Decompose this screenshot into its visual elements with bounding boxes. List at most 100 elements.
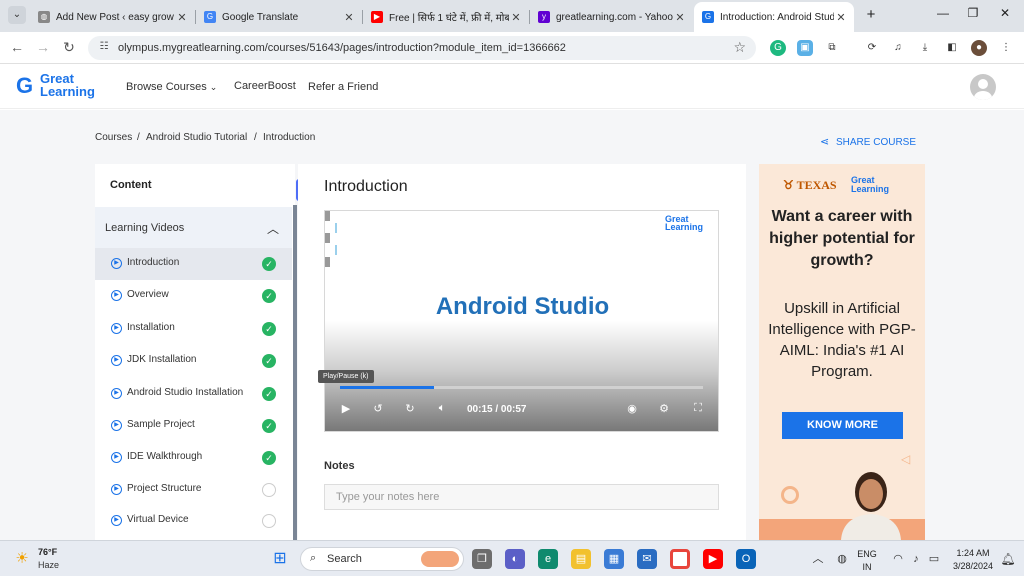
site-logo[interactable]: Great Learning [40,72,95,98]
close-icon[interactable]: ✕ [342,11,356,24]
breadcrumb-courses[interactable]: Courses [95,132,132,143]
site-info-icon[interactable]: ☷ [97,41,111,55]
tab-title: greatlearning.com - Yahoo [556,11,673,23]
video-progress-bar[interactable] [340,386,703,389]
close-icon[interactable]: ✕ [509,11,523,24]
sidebar-item-introduction[interactable]: ▶ Introduction ✓ [95,248,292,280]
weather-temp[interactable]: 76°F [38,547,57,557]
tray-chevron-up-icon[interactable]: ︿ [808,549,828,569]
breadcrumb-separator: / [137,132,140,143]
bookmark-star-icon[interactable]: ☆ [733,39,746,56]
check-circle-icon: ✓ [262,354,276,368]
close-icon[interactable]: ✕ [673,11,687,24]
weather-icon[interactable]: ☀ [12,549,32,569]
tab-title: Google Translate [222,11,299,23]
clock-time[interactable]: 1:24 AM [948,548,998,558]
mail-icon[interactable]: ✉ [637,549,657,569]
close-icon[interactable]: ✕ [834,11,848,24]
careerboost-link[interactable]: CareerBoost [234,80,296,92]
search-icon: ⌕ [310,552,317,564]
extension-photo-icon[interactable]: ▣ [797,40,813,56]
extensions-puzzle-icon[interactable]: ⧉ [824,40,840,56]
great-learning-logo-icon[interactable]: G [16,73,33,99]
close-window-icon[interactable]: ✕ [990,6,1020,20]
speaker-icon[interactable]: ♪ [906,549,926,569]
video-decoration [325,211,330,221]
sidebar-item-android-studio-installation[interactable]: ▶ Android Studio Installation ✓ [95,378,292,410]
task-view-icon[interactable]: ❐ [472,549,492,569]
know-more-button[interactable]: KNOW MORE [782,412,903,439]
sidebar-item-installation[interactable]: ▶ Installation ✓ [95,313,292,345]
playback-speed-icon[interactable]: ◉ [624,402,640,415]
language-region[interactable]: IN [852,562,882,572]
sidebar-item-sample-project[interactable]: ▶ Sample Project ✓ [95,410,292,442]
reload-icon[interactable]: ↻ [60,39,78,56]
sidebar-item-project-structure[interactable]: ▶ Project Structure [95,474,292,506]
close-icon[interactable]: ✕ [175,11,189,24]
download-icon[interactable]: ⤓ [917,40,933,56]
ad-subtext: Upskill in Artificial Intelligence with … [768,300,916,380]
browser-menu-icon[interactable]: ⋮ [998,40,1014,56]
taskbar-search[interactable]: ⌕ Search [300,547,464,571]
new-tab-button[interactable]: + [856,6,886,23]
section-label: Learning Videos [105,222,185,234]
clock-date[interactable]: 3/28/2024 [946,561,1000,571]
chrome-icon[interactable] [670,549,690,569]
settings-gear-icon[interactable]: ⚙ [656,402,672,415]
chevron-up-icon[interactable]: ︿ [267,220,279,237]
video-player[interactable]: Great Learning Android Studio [324,210,719,432]
back-icon[interactable]: ← [8,39,26,55]
language-code[interactable]: ENG [852,549,882,559]
tray-app-icon[interactable]: ◍ [832,549,852,569]
media-control-icon[interactable]: ♫ [890,40,906,56]
youtube-app-icon[interactable]: ▶ [703,549,723,569]
section-learning-videos[interactable]: Learning Videos ︿ [95,207,292,251]
restore-icon[interactable]: ❐ [958,6,988,20]
windows-start-icon[interactable]: ⊞ [270,549,290,569]
share-course-button[interactable]: ⋖ SHARE COURSE [820,135,916,148]
address-bar[interactable]: ☷ olympus.mygreatlearning.com/courses/51… [88,36,756,60]
sidebar-scrollbar[interactable] [293,205,297,540]
battery-icon[interactable]: ▭ [924,549,944,569]
shield-extension-icon[interactable]: ⟳ [864,40,880,56]
side-panel-icon[interactable]: ◧ [944,40,960,56]
browser-toolbar: ← → ↻ ☷ olympus.mygreatlearning.com/cour… [0,32,1024,64]
browser-tab-active[interactable]: G Introduction: Android Studi ✕ [694,2,854,32]
weather-desc[interactable]: Haze [38,560,59,570]
browser-tab-strip: ⌄ ◍ Add New Post ‹ easy grow ✕ G Google … [0,0,1024,32]
file-explorer-icon[interactable]: ▤ [571,549,591,569]
fullscreen-icon[interactable]: ⛶ [690,402,706,415]
forward-skip-icon[interactable]: ↻ [402,402,418,415]
store-icon[interactable]: ▦ [604,549,624,569]
grammarly-icon[interactable]: G [770,40,786,56]
notification-bell-icon[interactable]: 🔔︎ [998,549,1018,569]
play-pause-tooltip: Play/Pause (k) [318,370,374,383]
breadcrumb-separator: / [254,132,257,143]
refer-friend-link[interactable]: Refer a Friend [308,81,378,93]
rewind-icon[interactable]: ↺ [370,402,386,415]
browser-tab-1[interactable]: ◍ Add New Post ‹ easy grow ✕ [30,4,195,30]
sidebar-item-virtual-device[interactable]: ▶ Virtual Device [95,505,292,537]
browse-courses-link[interactable]: Browse Courses ⌄ [126,81,217,93]
tab-search-dropdown-icon[interactable]: ⌄ [8,6,26,24]
sidebar-item-overview[interactable]: ▶ Overview ✓ [95,280,292,312]
teams-icon[interactable]: ◐ [505,549,525,569]
sidebar-item-jdk-installation[interactable]: ▶ JDK Installation ✓ [95,345,292,377]
ad-banner[interactable]: ♉︎ TEXAS Great Learning Want a career wi… [759,164,925,540]
browser-tab-3[interactable]: ▶ Free | सिर्फ 1 घंटे में, फ्री में, मोब… [363,4,529,30]
play-icon[interactable]: ▶ [338,402,354,415]
minimize-icon[interactable]: — [928,6,958,20]
breadcrumb-course[interactable]: Android Studio Tutorial [146,132,247,143]
sidebar-item-ide-walkthrough[interactable]: ▶ IDE Walkthrough ✓ [95,442,292,474]
profile-avatar-icon[interactable]: ● [971,40,987,56]
edge-icon[interactable]: e [538,549,558,569]
browser-tab-4[interactable]: y greatlearning.com - Yahoo ✕ [530,4,693,30]
browser-tab-2[interactable]: G Google Translate ✕ [196,4,362,30]
notes-input[interactable] [324,484,719,510]
great-learning-icon: G [702,11,714,23]
user-avatar[interactable] [970,74,996,100]
outlook-icon[interactable]: O [736,549,756,569]
forward-icon[interactable]: → [34,39,52,55]
volume-icon[interactable]: 🔈︎ [434,402,450,415]
wifi-icon[interactable]: ◠ [888,549,908,569]
